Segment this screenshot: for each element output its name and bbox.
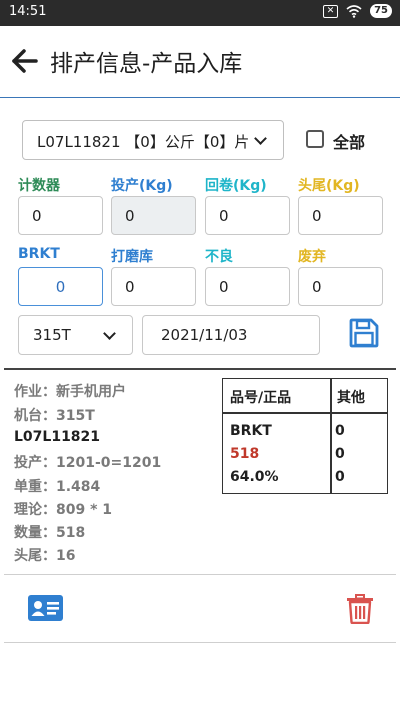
status-bar: 14:51 ✕ 75 xyxy=(0,0,400,26)
table-cell: 0 xyxy=(335,423,345,439)
input-kg-field: 0 xyxy=(111,196,196,235)
status-icons: ✕ 75 xyxy=(323,4,392,18)
table-column-divider xyxy=(330,379,332,493)
table-header-other: 其他 xyxy=(337,390,365,406)
machine-select[interactable]: 315T xyxy=(18,315,133,355)
all-checkbox-label: 全部 xyxy=(333,133,366,152)
counter-value: 0 xyxy=(32,207,42,225)
info-machine: 机台：315T xyxy=(14,408,95,424)
scrap-value: 0 xyxy=(312,278,322,296)
head-tail-kg-label: 头尾(Kg) xyxy=(298,178,360,194)
table-cell: 0 xyxy=(335,469,345,485)
footer-divider-top xyxy=(4,574,396,575)
wifi-icon xyxy=(346,4,362,18)
info-theory: 理论：809 * 1 xyxy=(14,502,113,518)
info-operator: 作业：新手机用户 xyxy=(14,384,126,400)
scrap-label: 废弃 xyxy=(298,249,326,265)
chevron-down-icon xyxy=(254,132,267,145)
head-tail-kg-value: 0 xyxy=(312,207,322,225)
defect-value: 0 xyxy=(219,278,229,296)
brkt-value: 0 xyxy=(55,278,66,296)
all-checkbox[interactable] xyxy=(306,130,324,148)
close-box-icon: ✕ xyxy=(323,4,339,18)
counter-label: 计数器 xyxy=(18,178,60,194)
head-tail-kg-field[interactable]: 0 xyxy=(298,196,383,235)
grinding-field[interactable]: 0 xyxy=(111,267,196,306)
info-unit-weight: 单重：1.484 xyxy=(14,479,101,495)
info-quantity: 数量：518 xyxy=(14,525,86,541)
status-time: 14:51 xyxy=(9,4,47,19)
scrap-field[interactable]: 0 xyxy=(298,267,383,306)
section-divider xyxy=(4,368,396,370)
defect-label: 不良 xyxy=(205,249,233,265)
product-select-value: L07L11821 【0】公斤【0】片 xyxy=(37,133,250,151)
table-cell: 0 xyxy=(335,446,345,462)
rewind-kg-value: 0 xyxy=(219,207,229,225)
trash-icon[interactable] xyxy=(346,594,374,624)
date-value: 2021/11/03 xyxy=(161,326,248,344)
rewind-kg-label: 回卷(Kg) xyxy=(205,178,267,194)
brkt-field[interactable]: 0 xyxy=(18,267,103,306)
counter-field[interactable]: 0 xyxy=(18,196,103,235)
id-card-icon[interactable] xyxy=(27,593,64,623)
battery-badge: 75 xyxy=(370,4,392,18)
footer-divider-bottom xyxy=(4,642,396,643)
defect-field[interactable]: 0 xyxy=(205,267,290,306)
info-head-tail: 头尾：16 xyxy=(14,548,76,564)
arrow-left-icon[interactable] xyxy=(12,48,38,74)
date-field[interactable]: 2021/11/03 xyxy=(142,315,320,355)
input-kg-label: 投产(Kg) xyxy=(111,178,173,194)
machine-select-value: 315T xyxy=(33,326,71,344)
table-header-divider xyxy=(223,412,387,414)
chevron-down-icon xyxy=(103,327,116,340)
page-title: 排产信息-产品入库 xyxy=(50,51,243,77)
app-header: 排产信息-产品入库 xyxy=(0,26,400,98)
product-select[interactable]: L07L11821 【0】公斤【0】片 xyxy=(22,120,284,160)
save-icon[interactable] xyxy=(349,318,379,348)
grinding-label: 打磨库 xyxy=(111,249,153,265)
table-header-part: 品号/正品 xyxy=(230,390,292,406)
table-cell: 518 xyxy=(230,446,260,462)
table-cell: 64.0% xyxy=(230,469,279,485)
brkt-label: BRKT xyxy=(18,246,60,262)
summary-table: 品号/正品 其他 BRKT 0 518 0 64.0% 0 xyxy=(222,378,388,494)
grinding-value: 0 xyxy=(125,278,135,296)
info-production: 投产：1201-0=1201 xyxy=(14,455,162,471)
table-cell: BRKT xyxy=(230,423,272,439)
input-kg-value: 0 xyxy=(125,207,135,225)
rewind-kg-field[interactable]: 0 xyxy=(205,196,290,235)
info-part-no: L07L11821 xyxy=(14,429,101,445)
